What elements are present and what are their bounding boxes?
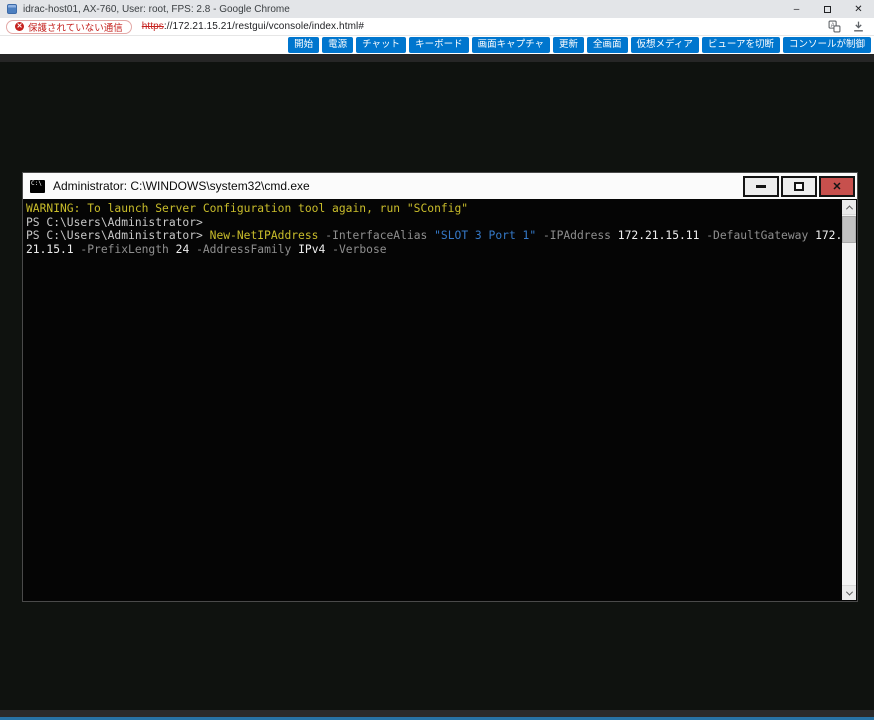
- scroll-up-button[interactable]: [842, 200, 856, 215]
- window-title: idrac-host01, AX-760, User: root, FPS: 2…: [23, 3, 290, 15]
- chrome-minimize-button[interactable]: –: [781, 0, 812, 18]
- toolbar-button-2[interactable]: チャット: [356, 36, 407, 54]
- cmd-window-title: Administrator: C:\WINDOWS\system32\cmd.e…: [53, 179, 310, 193]
- toolbar-button-1[interactable]: 電源: [322, 36, 354, 54]
- chrome-window-controls: – ✕: [781, 0, 874, 18]
- toolbar-button-8[interactable]: ビューアを切断: [701, 36, 780, 54]
- toolbar-button-6[interactable]: 全画面: [587, 36, 628, 54]
- chevron-down-icon: [845, 588, 853, 596]
- chrome-close-button[interactable]: ✕: [843, 0, 874, 18]
- scroll-thumb[interactable]: [842, 216, 856, 243]
- maximize-icon: [794, 181, 804, 191]
- terminal-scrollbar[interactable]: [842, 200, 856, 600]
- address-url[interactable]: https://172.21.15.21/restgui/vconsole/in…: [142, 21, 364, 32]
- toolbar-button-4[interactable]: 画面キャプチャ: [471, 36, 550, 54]
- terminal-line: 21.15.1 -PrefixLength 24 -AddressFamily …: [26, 242, 387, 256]
- not-secure-icon: ✕: [15, 22, 24, 31]
- security-badge[interactable]: ✕ 保護されていない通信: [6, 19, 132, 34]
- terminal-output[interactable]: WARNING: To launch Server Configuration …: [23, 199, 857, 601]
- cmd-titlebar: C:\ Administrator: C:\WINDOWS\system32\c…: [23, 173, 857, 199]
- security-badge-label: 保護されていない通信: [28, 22, 123, 34]
- toolbar-button-0[interactable]: 開始: [288, 36, 320, 54]
- terminal-line: PS C:\Users\Administrator> New-NetIPAddr…: [26, 229, 843, 243]
- maximize-icon: [824, 5, 831, 13]
- page-favicon: [7, 4, 17, 14]
- chrome-titlebar: idrac-host01, AX-760, User: root, FPS: 2…: [0, 0, 874, 18]
- cmd-maximize-button[interactable]: [781, 175, 817, 197]
- url-path: ://172.21.15.21/restgui/vconsole/index.h…: [163, 21, 364, 32]
- remote-taskbar-strip: [0, 710, 874, 717]
- url-scheme: https: [141, 21, 164, 32]
- download-icon[interactable]: [852, 20, 865, 33]
- chrome-maximize-button[interactable]: [812, 0, 843, 18]
- vconsole-toolbar: 開始 電源 チャット キーボード 画面キャプチャ 更新 全画面 仮想メディア ビューアを切断 コン…: [0, 36, 874, 54]
- cmd-minimize-button[interactable]: [743, 175, 779, 197]
- terminal-line: WARNING: To launch Server Configuration …: [26, 202, 469, 215]
- terminal-line: PS C:\Users\Administrator>: [26, 215, 203, 229]
- cmd-prompt-icon: C:\: [30, 179, 45, 193]
- chevron-up-icon: [845, 204, 853, 212]
- minimize-icon: [756, 184, 766, 188]
- cmd-close-button[interactable]: ✕: [819, 175, 855, 197]
- toolbar-button-7[interactable]: 仮想メディア: [630, 36, 699, 54]
- remote-viewer[interactable]: C:\ Administrator: C:\WINDOWS\system32\c…: [0, 54, 874, 720]
- toolbar-button-3[interactable]: キーボード: [409, 36, 469, 54]
- toolbar-button-5[interactable]: 更新: [552, 36, 584, 54]
- chrome-urlbar: ✕ 保護されていない通信 https://172.21.15.21/restgu…: [0, 18, 874, 36]
- toolbar-button-9[interactable]: コンソールが制御: [782, 36, 871, 54]
- scroll-down-button[interactable]: [842, 585, 856, 600]
- translate-icon[interactable]: A: [828, 20, 841, 33]
- urlbar-icons: A: [828, 20, 865, 33]
- cmd-window-controls: ✕: [742, 173, 857, 199]
- cmd-window: C:\ Administrator: C:\WINDOWS\system32\c…: [22, 172, 858, 602]
- viewer-top-strip: [0, 54, 874, 62]
